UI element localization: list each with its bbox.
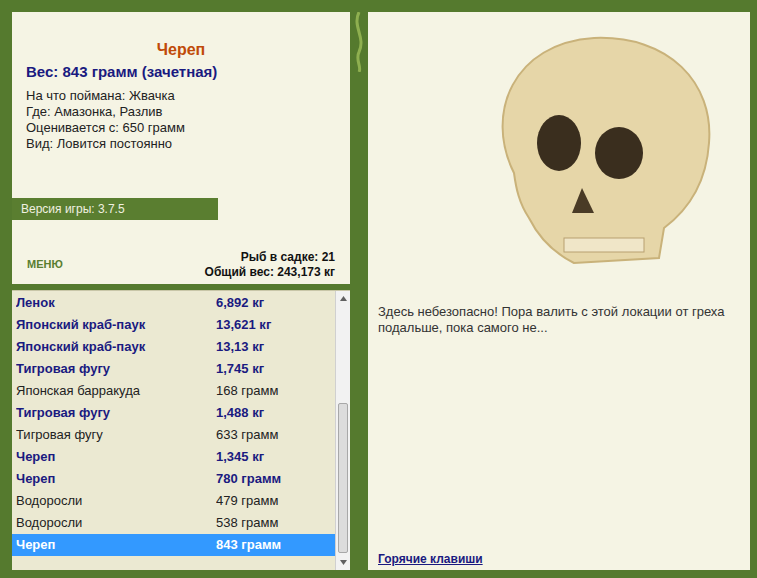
catch-row[interactable]: Ленок6,892 кг	[12, 292, 335, 314]
scrollbar[interactable]	[335, 291, 350, 570]
keepnet-total: Общий вес: 243,173 кг	[205, 265, 335, 280]
keepnet-count: Рыб в садке: 21	[241, 250, 335, 265]
fish-info: ЧерепВес: 843 грамм (зачетная) На что пой…	[12, 12, 350, 284]
catch-row[interactable]: Череп1,345 кг	[12, 446, 335, 468]
catch-row[interactable]: Череп780 грамм	[12, 468, 335, 490]
fish-detail: Оценивается с: 650 грамм	[26, 120, 350, 136]
fish-detail: На что поймана: Жвачка	[26, 88, 350, 104]
right-panel: Здесь небезопасно! Пора валить с этой ло…	[368, 12, 750, 570]
catch-row[interactable]: Японский краб-паук13,621 кг	[12, 314, 335, 336]
scroll-up-icon[interactable]	[336, 291, 351, 306]
catch-row[interactable]: Тигровая фугу1,745 кг	[12, 358, 335, 380]
catch-row[interactable]: Водоросли479 грамм	[12, 490, 335, 512]
version-bar: Версия игры: 3.7.5	[12, 198, 218, 220]
left-panel: ЧерепВес: 843 грамм (зачетная) На что пой…	[12, 12, 350, 570]
game-window: ЧерепВес: 843 грамм (зачетная) На что пой…	[0, 0, 757, 578]
fish-description: Здесь небезопасно! Пора валить с этой ло…	[378, 284, 740, 336]
catch-row[interactable]: Тигровая фугу1,488 кг	[12, 402, 335, 424]
skull-picture	[454, 23, 724, 273]
menu-button[interactable]: МЕНЮ	[27, 250, 63, 273]
fish-detail: Где: Амазонка, Разлив	[26, 104, 350, 120]
catch-list: Ленок6,892 кгЯпонский краб-паук13,621 кг…	[12, 290, 350, 570]
scroll-thumb[interactable]	[338, 403, 348, 553]
hotkeys-link[interactable]: Горячие клавиши	[378, 550, 740, 570]
fish-weight: Вес: 843 грамм (зачетная)	[12, 62, 350, 82]
fish-detail: Вид: Ловится постоянно	[26, 136, 350, 152]
catch-row[interactable]: Череп843 грамм	[12, 534, 335, 556]
catch-row[interactable]: Водоросли538 грамм	[12, 512, 335, 534]
vine-ornament-icon	[350, 12, 368, 72]
fish-name: Череп	[12, 12, 350, 62]
catch-row[interactable]: Японская барракуда168 грамм	[12, 380, 335, 402]
catch-row[interactable]: Тигровая фугу633 грамм	[12, 424, 335, 446]
catch-row[interactable]: Японский краб-паук13,13 кг	[12, 336, 335, 358]
scroll-down-icon[interactable]	[336, 555, 351, 570]
